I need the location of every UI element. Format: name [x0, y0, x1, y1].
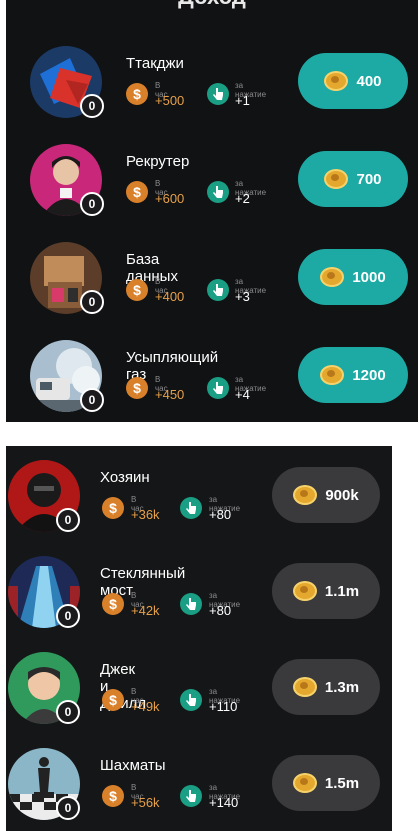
pointer-finger-icon: [207, 83, 229, 105]
upgrade-name: Ттакджи: [126, 55, 184, 72]
gold-coin-icon: [292, 677, 317, 697]
level-badge: 0: [56, 700, 80, 724]
per-hour-value: +49k: [131, 699, 160, 714]
per-tap-value: +2: [235, 191, 250, 206]
buy-button[interactable]: 900k: [272, 467, 380, 523]
gold-coin-icon: [292, 581, 317, 601]
level-badge: 0: [80, 290, 104, 314]
gold-coin-icon: [324, 71, 349, 91]
pointer-finger-icon: [207, 181, 229, 203]
level-badge: 0: [80, 94, 104, 118]
per-tap-value: +140: [209, 795, 239, 810]
dollar-coin-icon: $: [126, 279, 148, 301]
buy-button[interactable]: 400: [298, 53, 408, 109]
income-panel-top: Доход 0 Ттакджи $ В час +500 за нажатие …: [6, 0, 418, 422]
cost-value: 900k: [325, 486, 359, 504]
upgrade-name: Шахматы: [100, 757, 166, 774]
dollar-coin-icon: $: [102, 593, 124, 615]
level-badge: 0: [80, 388, 104, 412]
pointer-finger-icon: [180, 593, 202, 615]
cost-value: 1.1m: [324, 582, 360, 600]
per-hour-value: +450: [155, 387, 185, 402]
per-hour-value: +600: [155, 191, 185, 206]
buy-button[interactable]: 1.1m: [272, 563, 380, 619]
per-hour-value: +400: [155, 289, 185, 304]
pointer-finger-icon: [180, 689, 202, 711]
level-badge: 0: [56, 796, 80, 820]
cost-value: 1.5m: [324, 774, 360, 792]
per-tap-value: +1: [235, 93, 250, 108]
gold-coin-icon: [320, 365, 345, 385]
pointer-finger-icon: [180, 785, 202, 807]
gold-coin-icon: [292, 773, 317, 793]
per-tap-value: +80: [209, 603, 232, 618]
upgrade-name: Хозяин: [100, 469, 150, 486]
gold-coin-icon: [324, 169, 349, 189]
cost-value: 1200: [352, 366, 386, 384]
gold-coin-icon: [320, 267, 345, 287]
buy-button[interactable]: 1.3m: [272, 659, 380, 715]
gold-coin-icon: [293, 485, 318, 505]
buy-button[interactable]: 1200: [298, 347, 408, 403]
dollar-coin-icon: $: [126, 83, 148, 105]
buy-button[interactable]: 1.5m: [272, 755, 380, 811]
screen-title: Доход: [6, 0, 418, 10]
cost-value: 700: [356, 170, 382, 188]
dollar-coin-icon: $: [126, 377, 148, 399]
cost-value: 1.3m: [324, 678, 360, 696]
level-badge: 0: [80, 192, 104, 216]
dollar-coin-icon: $: [126, 181, 148, 203]
per-hour-value: +56k: [131, 795, 160, 810]
buy-button[interactable]: 1000: [298, 249, 408, 305]
dollar-coin-icon: $: [102, 497, 124, 519]
per-hour-value: +500: [155, 93, 185, 108]
per-tap-value: +3: [235, 289, 250, 304]
per-hour-value: +42k: [131, 603, 160, 618]
per-tap-value: +4: [235, 387, 250, 402]
per-hour-value: +36k: [131, 507, 160, 522]
income-panel-bottom: 0 Хозяин $ В час +36k за нажатие +80 900…: [6, 446, 392, 831]
per-tap-value: +110: [209, 699, 238, 714]
cost-value: 400: [356, 72, 382, 90]
dollar-coin-icon: $: [102, 689, 124, 711]
pointer-finger-icon: [207, 279, 229, 301]
per-tap-value: +80: [209, 507, 232, 522]
buy-button[interactable]: 700: [298, 151, 408, 207]
cost-value: 1000: [352, 268, 386, 286]
pointer-finger-icon: [207, 377, 229, 399]
level-badge: 0: [56, 508, 80, 532]
upgrade-name: Рекрутер: [126, 153, 190, 170]
pointer-finger-icon: [180, 497, 202, 519]
dollar-coin-icon: $: [102, 785, 124, 807]
level-badge: 0: [56, 604, 80, 628]
